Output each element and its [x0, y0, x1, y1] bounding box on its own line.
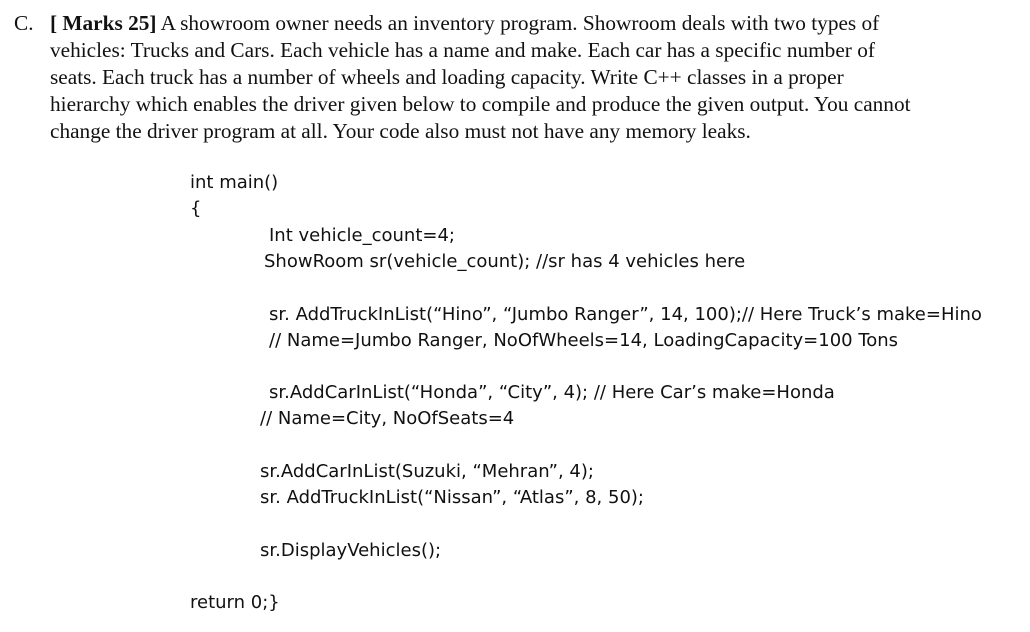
question-line-5: change the driver program at all. Your c… [50, 119, 751, 143]
code-vehicle-count: Int vehicle_count=4; [269, 225, 455, 246]
question-line-3: seats. Each truck has a number of wheels… [50, 65, 844, 89]
code-display-vehicles: sr.DisplayVehicles(); [260, 540, 442, 561]
question-line-1-text: A showroom owner needs an inventory prog… [156, 11, 880, 35]
code-return: return 0;} [190, 592, 280, 613]
question-label: C. [14, 11, 34, 35]
question-line-4: hierarchy which enables the driver given… [50, 92, 911, 116]
code-add-car-1-comment: // Name=City, NoOfSeats=4 [260, 408, 515, 429]
code-add-car-2: sr.AddCarInList(Suzuki, “Mehran”, 4); [260, 461, 594, 482]
question-marks: [ Marks 25] [50, 11, 157, 35]
code-add-truck-1-comment: // Name=Jumbo Ranger, NoOfWheels=14, Loa… [269, 330, 899, 351]
question-text: C. [ Marks 25] A showroom owner needs an … [14, 10, 1019, 145]
code-add-truck-1: sr. AddTruckInList(“Hino”, “Jumbo Ranger… [269, 304, 982, 325]
code-main-signature: int main() [190, 172, 279, 193]
question-line-1: C. [ Marks 25] A showroom owner needs an … [14, 10, 1019, 37]
code-add-truck-2: sr. AddTruckInList(“Nissan”, “Atlas”, 8,… [260, 487, 644, 508]
code-open-brace: { [190, 198, 202, 219]
question-line-2: vehicles: Trucks and Cars. Each vehicle … [50, 38, 875, 62]
code-showroom-decl: ShowRoom sr(vehicle_count); //sr has 4 v… [264, 251, 746, 272]
code-add-car-1: sr.AddCarInList(“Honda”, “City”, 4); // … [269, 382, 835, 403]
